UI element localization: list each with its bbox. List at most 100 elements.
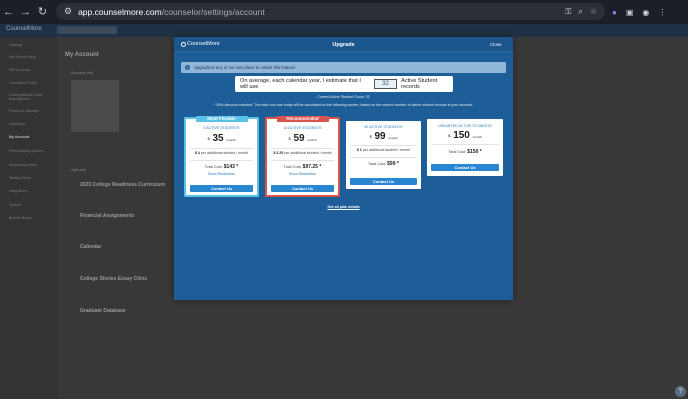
discount-note: * 25% discount included. The total cost … bbox=[213, 103, 474, 107]
addons-heading: Add-ons bbox=[71, 167, 86, 172]
extensions-puzzle-icon[interactable]: ▣ bbox=[626, 8, 634, 17]
sidebar-item[interactable]: Reporting bbox=[9, 122, 25, 126]
sidebar-item-my-account[interactable]: My Account bbox=[9, 135, 29, 139]
plan-total-label: Total Cost: bbox=[204, 165, 223, 169]
app-header: CounselMore bbox=[0, 24, 688, 37]
show-breakdown-link[interactable]: Show Breakdown bbox=[267, 172, 338, 176]
current-student-count: Current Active Student Count: 32 bbox=[317, 95, 370, 99]
sidebar-item[interactable]: Training bbox=[9, 43, 22, 47]
divider bbox=[271, 160, 334, 161]
plan-card-5: Most Flexible 5 ACTIVE STUDENTS $ 35 /mo… bbox=[184, 116, 259, 197]
sidebar-item[interactable]: Toolbox bbox=[9, 203, 21, 207]
plan-additional: $ 4 per additional student / month bbox=[186, 151, 257, 155]
sidebar-item[interactable]: Set Up Areas bbox=[9, 68, 30, 72]
sidebar-item[interactable]: Bulletin Board bbox=[9, 216, 31, 220]
plan-price-value: 59 bbox=[293, 133, 305, 144]
contact-us-button[interactable]: Contact Us bbox=[190, 185, 253, 192]
sidebar-item[interactable]: Integrations bbox=[9, 189, 28, 193]
modal-header: CounselMore Upgrade Close bbox=[174, 37, 513, 52]
banner-text: Upgrade to any of our new plans to unloc… bbox=[194, 65, 296, 70]
plan-name: UNLIMITED ACTIVE STUDENTS bbox=[438, 124, 492, 128]
sidebar-item[interactable]: Undergraduate Data Management bbox=[9, 93, 53, 101]
close-button[interactable]: Close bbox=[490, 42, 502, 47]
url-host: app.counselmore.com bbox=[78, 6, 162, 17]
see-all-plans-link[interactable]: See all plan details bbox=[174, 205, 513, 209]
plan-total: Total Cost: $150 * bbox=[427, 149, 503, 155]
sidebar-item[interactable]: Resource Manager bbox=[9, 109, 40, 113]
addon-title: 2025 College Readiness Curriculum bbox=[80, 182, 166, 188]
estimate-box: On average, each calendar year, I estima… bbox=[235, 76, 453, 92]
plan-total-value: $150 * bbox=[467, 149, 482, 155]
plan-price: $ 99 /month bbox=[369, 131, 398, 142]
forward-icon[interactable]: → bbox=[17, 0, 34, 24]
addon-title: Graduate Database bbox=[80, 308, 126, 314]
plan-additional: $ 1 per additional student / month bbox=[346, 148, 421, 152]
plan-name: 10 ACTIVE STUDENTS bbox=[283, 126, 322, 130]
plan-price-period: /month bbox=[388, 136, 398, 140]
student-estimate-input[interactable]: 32 bbox=[373, 79, 398, 89]
plan-price-period: /month bbox=[226, 138, 236, 142]
plan-additional-amount: $ 4 bbox=[194, 151, 200, 155]
info-icon: i bbox=[185, 65, 190, 70]
divider bbox=[431, 144, 499, 145]
browser-menu-icon[interactable]: ⋮ bbox=[658, 8, 666, 17]
contact-us-button[interactable]: Contact Us bbox=[350, 178, 417, 185]
contact-us-button[interactable]: Contact Us bbox=[431, 164, 499, 171]
plan-total-label: Total Cost: bbox=[448, 150, 467, 154]
plan-total: Total Cost: $97.25 * bbox=[267, 164, 338, 170]
sidebar-item[interactable]: Testing Setup bbox=[9, 176, 31, 180]
plan-price: $ 150 /month bbox=[448, 130, 482, 141]
profile-avatar[interactable]: ◉ bbox=[642, 8, 649, 17]
plan-card-unlimited: UNLIMITED ACTIVE STUDENTS $ 150 /month T… bbox=[427, 119, 503, 176]
back-icon[interactable]: ← bbox=[0, 0, 17, 24]
app-logo: CounselMore bbox=[6, 26, 42, 32]
plan-name: 50 ACTIVE STUDENTS bbox=[364, 125, 403, 129]
plan-price-value: 150 bbox=[453, 130, 470, 141]
plan-price-period: /month bbox=[472, 135, 482, 139]
sidebar-item[interactable]: Counselor Profile bbox=[9, 81, 37, 85]
page-title: My Account bbox=[65, 52, 99, 58]
divider bbox=[350, 157, 417, 158]
account-info-panel bbox=[71, 80, 119, 132]
plan-total-value: $99 * bbox=[387, 161, 399, 167]
bookmark-star-icon[interactable]: ☆ bbox=[590, 7, 597, 16]
addon-title: Calendar bbox=[80, 244, 102, 250]
contact-us-button[interactable]: Contact Us bbox=[271, 185, 334, 192]
help-chat-button[interactable]: ? bbox=[675, 386, 686, 397]
plan-additional-amount: $ 1 bbox=[356, 148, 362, 152]
plan-total: Total Cost: $99 * bbox=[346, 161, 421, 167]
plan-additional-text: per additional student / month bbox=[362, 148, 411, 152]
url-path: /counselor/settings/account bbox=[161, 6, 265, 17]
reload-icon[interactable]: ↻ bbox=[34, 0, 51, 24]
upgrade-banner: i Upgrade to any of our new plans to unl… bbox=[181, 62, 506, 73]
plan-card-10: Recommended 10 ACTIVE STUDENTS $ 59 /mon… bbox=[265, 116, 340, 197]
estimate-suffix: Active Student records bbox=[401, 78, 438, 90]
address-bar[interactable]: ⚙ app.counselmore.com/counselor/settings… bbox=[56, 3, 605, 20]
sidebar-item[interactable]: My School Setup bbox=[9, 55, 36, 59]
plan-name: 5 ACTIVE STUDENTS bbox=[203, 126, 240, 130]
divider bbox=[271, 148, 334, 149]
addon-title: College Stories Essay Clinic bbox=[80, 276, 148, 282]
show-breakdown-link[interactable]: Show Breakdown bbox=[186, 172, 257, 176]
plan-additional: $ 2.25 per additional student / month bbox=[267, 151, 338, 155]
site-settings-icon[interactable]: ⚙ bbox=[64, 6, 72, 17]
modal-title: Upgrade bbox=[332, 42, 355, 48]
plan-price-period: /month bbox=[307, 138, 317, 142]
zoom-icon[interactable]: ⌕ bbox=[578, 7, 582, 17]
app-search-input[interactable] bbox=[57, 26, 117, 34]
sidebar-item[interactable]: Personalizing Options bbox=[9, 149, 44, 153]
plan-ribbon: Recommended bbox=[276, 116, 329, 122]
plan-additional-amount: $ 2.25 bbox=[273, 151, 284, 155]
account-info-heading: Account Info bbox=[71, 70, 94, 75]
plan-price-value: 99 bbox=[374, 131, 386, 142]
plan-total-value: $143 * bbox=[223, 164, 239, 170]
plan-total-label: Total Cost: bbox=[368, 162, 387, 166]
addon-title: Financial Assignments bbox=[80, 213, 135, 219]
extension-icon[interactable]: ● bbox=[612, 8, 617, 17]
divider bbox=[190, 160, 253, 161]
plan-total: Total Cost: $143 * bbox=[186, 164, 257, 170]
password-icon[interactable]: ⚿ bbox=[565, 7, 571, 17]
sidebar-item[interactable]: Accounting Setup bbox=[9, 163, 37, 167]
plan-price-value: 35 bbox=[212, 133, 224, 144]
plan-ribbon: Most Flexible bbox=[195, 116, 248, 122]
